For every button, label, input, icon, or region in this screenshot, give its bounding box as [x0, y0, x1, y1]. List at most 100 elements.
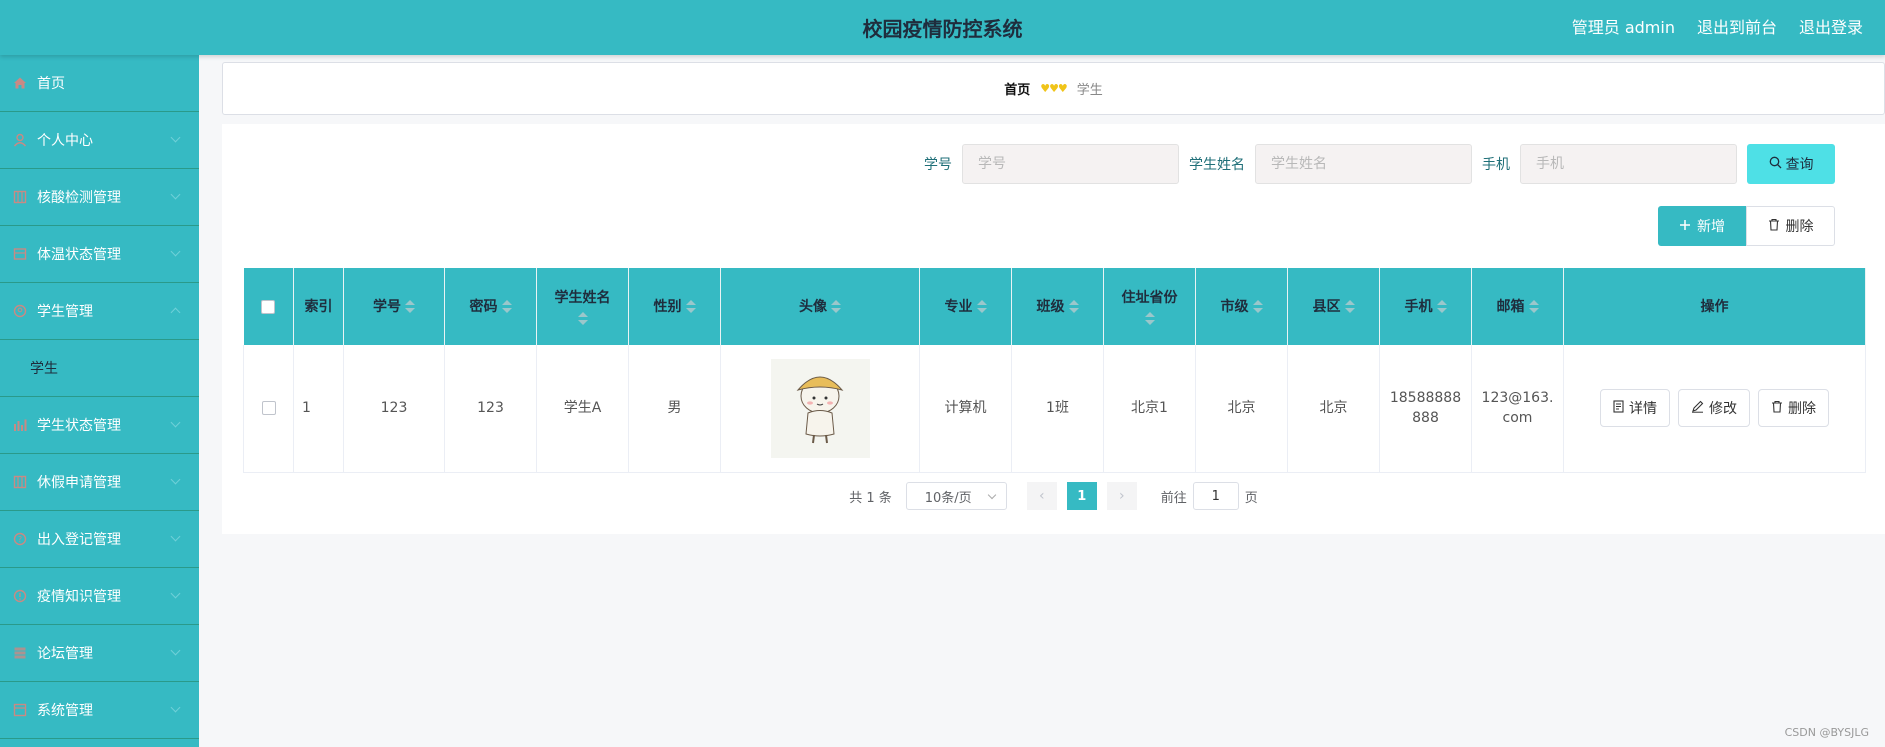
chevron-down-icon: [170, 702, 181, 713]
goto-page: 前往 页: [1161, 482, 1258, 510]
page-size-select[interactable]: 10条/页: [905, 482, 1007, 510]
column-header-phone[interactable]: 手机: [1379, 268, 1472, 345]
pagination: 共 1 条 10条/页 ‹ 1 › 前往 页: [222, 482, 1885, 510]
edit-button[interactable]: 修改: [1678, 389, 1750, 428]
total-count: 共 1 条: [849, 490, 892, 506]
column-header-actions: 操作: [1563, 268, 1866, 345]
chevron-up-icon: [170, 307, 181, 318]
column-header-student-id[interactable]: 学号: [343, 268, 445, 345]
sidebar-item-label: 体温状态管理: [37, 247, 121, 263]
sidebar-item-nucleic-test[interactable]: 核酸检测管理: [0, 169, 199, 226]
column-header-city[interactable]: 市级: [1195, 268, 1288, 345]
sidebar-item-label: 首页: [37, 76, 65, 92]
exit-to-front-link[interactable]: 退出到前台: [1697, 14, 1777, 38]
column-header-class[interactable]: 班级: [1011, 268, 1104, 345]
thermometer-icon: [13, 247, 27, 261]
trash-icon: [1771, 400, 1783, 416]
column-header-avatar[interactable]: 头像: [720, 268, 920, 345]
sort-icon[interactable]: [1436, 300, 1447, 313]
sidebar-item-system[interactable]: 系统管理: [0, 682, 199, 739]
column-header-password[interactable]: 密码: [444, 268, 537, 345]
phone-input[interactable]: [1520, 144, 1737, 184]
row-checkbox[interactable]: [243, 345, 294, 473]
student-name-input[interactable]: [1255, 144, 1472, 184]
sidebar-item-entry-exit[interactable]: ? 出入登记管理: [0, 511, 199, 568]
column-header-email[interactable]: 邮箱: [1471, 268, 1564, 345]
select-all-checkbox[interactable]: [243, 268, 294, 345]
column-header-major[interactable]: 专业: [919, 268, 1012, 345]
sidebar-item-epidemic-knowledge[interactable]: 疫情知识管理: [0, 568, 199, 625]
student-table: 索引 学号 密码 学生姓名 性别 头像 专业 班级 住址省份 市级 县区 手机 …: [243, 268, 1866, 473]
detail-button-label: 详情: [1629, 400, 1657, 417]
sort-icon[interactable]: [1068, 300, 1079, 313]
sidebar-item-home[interactable]: 首页: [0, 55, 199, 112]
cell-index: 1: [293, 345, 344, 473]
help-icon: ?: [13, 532, 27, 546]
sidebar-item-temperature[interactable]: 体温状态管理: [0, 226, 199, 283]
sort-icon[interactable]: [831, 300, 841, 313]
student-id-label: 学号: [924, 157, 952, 173]
batch-delete-button[interactable]: 删除: [1746, 206, 1835, 246]
trash-icon: [1768, 218, 1780, 234]
sort-icon[interactable]: [405, 300, 415, 313]
sidebar-subitem-student[interactable]: 学生: [0, 340, 199, 397]
cell-actions: 详情 修改 删除: [1563, 345, 1866, 473]
cell-city: 北京: [1195, 345, 1288, 473]
sidebar-item-forum[interactable]: 论坛管理: [0, 625, 199, 682]
settings-icon: [13, 703, 27, 717]
page-size-value: 10条/页: [924, 490, 972, 506]
chevron-down-icon: [170, 588, 181, 599]
breadcrumb-home[interactable]: 首页: [1004, 79, 1030, 98]
sort-icon[interactable]: [501, 300, 512, 313]
delete-button[interactable]: 删除: [1758, 389, 1829, 428]
sidebar-item-student-status[interactable]: 学生状态管理: [0, 397, 199, 454]
sidebar-item-student-management[interactable]: 学生管理: [0, 283, 199, 340]
logout-link[interactable]: 退出登录: [1799, 14, 1863, 38]
sidebar-item-label: 学生: [30, 361, 58, 377]
batch-delete-label: 删除: [1785, 218, 1814, 234]
goto-page-input[interactable]: [1192, 482, 1239, 510]
watermark: CSDN @BYSJLG: [1784, 726, 1869, 739]
sidebar-item-label: 出入登记管理: [37, 532, 121, 548]
chevron-down-icon: [170, 132, 181, 143]
sidebar: 首页 个人中心 核酸检测管理 体温状态管理 学生管理 学生 学生状态管理 休假申…: [0, 55, 199, 747]
admin-label: 管理员 admin: [1571, 18, 1675, 37]
search-button[interactable]: 查询: [1747, 144, 1835, 184]
sort-icon[interactable]: [1144, 312, 1155, 325]
student-id-input[interactable]: [962, 144, 1179, 184]
student-name-label: 学生姓名: [1189, 157, 1245, 173]
plus-icon: [1679, 218, 1691, 234]
list-icon: [13, 190, 27, 204]
column-header-gender[interactable]: 性别: [628, 268, 721, 345]
breadcrumb: 首页 ♥♥♥ 学生: [222, 62, 1885, 115]
sort-icon[interactable]: [685, 300, 696, 313]
add-button[interactable]: 新增: [1658, 206, 1746, 246]
column-header-student-name[interactable]: 学生姓名: [536, 268, 629, 345]
sidebar-item-personal-center[interactable]: 个人中心: [0, 112, 199, 169]
sort-icon[interactable]: [976, 300, 987, 313]
add-button-label: 新增: [1697, 218, 1725, 234]
table-header-row: 索引 学号 密码 学生姓名 性别 头像 专业 班级 住址省份 市级 县区 手机 …: [243, 268, 1866, 345]
detail-button[interactable]: 详情: [1600, 389, 1670, 428]
column-header-province[interactable]: 住址省份: [1103, 268, 1196, 345]
page-number-current[interactable]: 1: [1066, 482, 1097, 510]
delete-button-label: 删除: [1788, 400, 1816, 417]
heart-separator-icon: ♥♥♥: [1040, 82, 1068, 95]
sort-icon[interactable]: [1344, 300, 1355, 313]
sort-icon[interactable]: [1528, 300, 1539, 313]
edit-button-label: 修改: [1709, 400, 1737, 417]
sort-icon[interactable]: [577, 312, 588, 325]
next-page-button[interactable]: ›: [1106, 482, 1137, 510]
cell-password: 123: [444, 345, 537, 473]
sort-icon[interactable]: [1252, 300, 1263, 313]
main-panel: 学号 学生姓名 手机 查询 新增 删除: [222, 124, 1885, 534]
search-button-label: 查询: [1785, 156, 1814, 172]
prev-page-button[interactable]: ‹: [1026, 482, 1057, 510]
column-header-index: 索引: [293, 268, 344, 345]
search-icon: [1769, 156, 1782, 172]
sidebar-item-leave-request[interactable]: 休假申请管理: [0, 454, 199, 511]
chevron-down-icon: [170, 417, 181, 428]
chevron-down-icon: [170, 531, 181, 542]
column-header-county[interactable]: 县区: [1287, 268, 1380, 345]
cell-major: 计算机: [919, 345, 1012, 473]
